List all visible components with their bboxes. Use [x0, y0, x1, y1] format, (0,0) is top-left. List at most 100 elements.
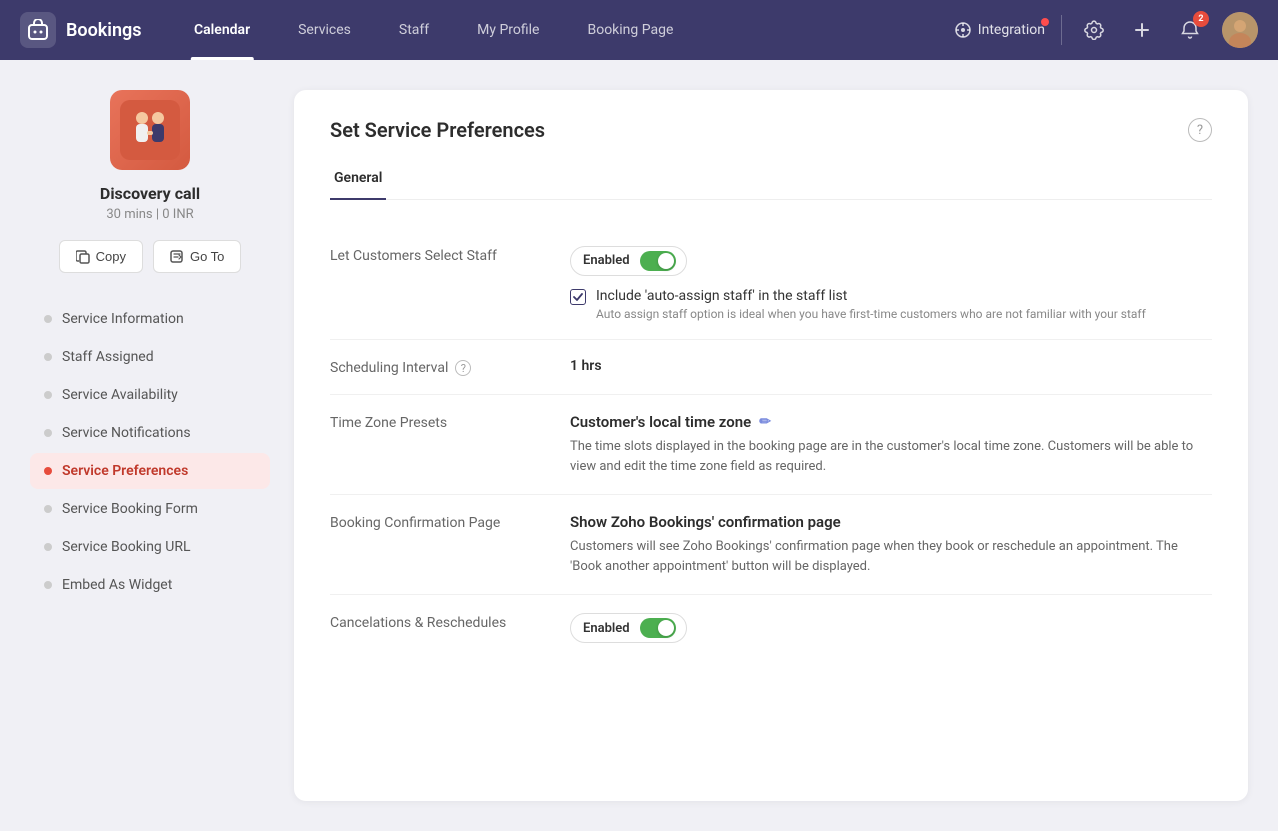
edit-timezone-icon[interactable]: ✏ — [759, 414, 771, 430]
service-meta: 30 mins | 0 INR — [106, 207, 193, 222]
nav-dot — [44, 429, 52, 437]
logo[interactable]: Bookings — [20, 12, 150, 48]
sidebar-item-label-active: Service Preferences — [62, 463, 188, 479]
integration-icon — [954, 21, 972, 39]
form-row-timezone: Time Zone Presets Customer's local time … — [330, 395, 1212, 495]
booking-confirmation-description: Customers will see Zoho Bookings' confir… — [570, 537, 1212, 576]
scheduling-label: Scheduling Interval ? — [330, 358, 570, 377]
timezone-value: Customer's local time zone ✏ The time sl… — [570, 413, 1212, 476]
auto-assign-text-wrap: Include 'auto-assign staff' in the staff… — [596, 288, 1146, 321]
sidebar-item-service-availability[interactable]: Service Availability — [30, 377, 270, 413]
scheduling-help-icon[interactable]: ? — [455, 360, 471, 376]
let-customers-label: Let Customers Select Staff — [330, 246, 570, 264]
copy-button[interactable]: Copy — [59, 240, 143, 273]
action-buttons: Copy Go To — [59, 240, 242, 273]
nav-services[interactable]: Services — [274, 0, 375, 60]
auto-assign-checkbox[interactable] — [570, 289, 586, 305]
tab-general[interactable]: General — [330, 162, 386, 200]
nav-dot — [44, 543, 52, 551]
form-row-cancellations: Cancelations & Reschedules Enabled — [330, 595, 1212, 661]
sidebar-item-embed-as-widget[interactable]: Embed As Widget — [30, 567, 270, 603]
nav-dot — [44, 391, 52, 399]
timezone-description: The time slots displayed in the booking … — [570, 437, 1212, 476]
sidebar-item-label: Service Booking Form — [62, 501, 198, 517]
timezone-title: Customer's local time zone ✏ — [570, 413, 1212, 431]
integration-label: Integration — [978, 22, 1045, 38]
nav-dot — [44, 315, 52, 323]
header: Bookings Calendar Services Staff My Prof… — [0, 0, 1278, 60]
sidebar-item-label: Staff Assigned — [62, 349, 154, 365]
panel-title: Set Service Preferences — [330, 118, 545, 142]
cancellations-toggle[interactable]: Enabled — [570, 613, 687, 643]
sidebar-item-label: Embed As Widget — [62, 577, 172, 593]
service-image — [110, 90, 190, 170]
notification-badge: 2 — [1193, 11, 1209, 27]
panel-header: Set Service Preferences ? — [330, 118, 1212, 142]
sidebar: Discovery call 30 mins | 0 INR Copy Go T… — [30, 90, 270, 801]
header-divider — [1061, 15, 1062, 45]
goto-icon — [170, 250, 184, 264]
sidebar-item-staff-assigned[interactable]: Staff Assigned — [30, 339, 270, 375]
integration-alert-dot — [1041, 18, 1049, 26]
help-button[interactable]: ? — [1188, 118, 1212, 142]
timezone-label: Time Zone Presets — [330, 413, 570, 431]
sidebar-item-label: Service Booking URL — [62, 539, 191, 555]
booking-confirmation-title: Show Zoho Bookings' confirmation page — [570, 513, 1212, 531]
nav-dot-active — [44, 467, 52, 475]
let-customers-value: Enabled Include 'auto-assign staff' in t… — [570, 246, 1212, 321]
sidebar-item-label: Service Availability — [62, 387, 178, 403]
auto-assign-checkbox-row: Include 'auto-assign staff' in the staff… — [570, 288, 1212, 321]
cancellations-label: Cancelations & Reschedules — [330, 613, 570, 631]
booking-confirmation-value: Show Zoho Bookings' confirmation page Cu… — [570, 513, 1212, 576]
content-panel: Set Service Preferences ? General Let Cu… — [294, 90, 1248, 801]
sidebar-item-service-information[interactable]: Service Information — [30, 301, 270, 337]
goto-button[interactable]: Go To — [153, 240, 241, 273]
sidebar-item-label: Service Information — [62, 311, 184, 327]
service-name: Discovery call — [100, 184, 200, 203]
goto-label: Go To — [190, 249, 224, 264]
sidebar-nav: Service Information Staff Assigned Servi… — [30, 301, 270, 603]
header-right: Integration 2 — [954, 12, 1258, 48]
main-layout: Discovery call 30 mins | 0 INR Copy Go T… — [0, 60, 1278, 831]
integration-button[interactable]: Integration — [954, 21, 1045, 39]
logo-text: Bookings — [66, 20, 142, 41]
form-row-scheduling: Scheduling Interval ? 1 hrs — [330, 340, 1212, 396]
plus-icon — [1132, 20, 1152, 40]
let-customers-toggle[interactable]: Enabled — [570, 246, 687, 276]
form-row-let-customers: Let Customers Select Staff Enabled Inclu… — [330, 228, 1212, 340]
nav-staff[interactable]: Staff — [375, 0, 453, 60]
scheduling-value: 1 hrs — [570, 358, 1212, 374]
avatar-image — [1222, 12, 1258, 48]
cancellations-toggle-switch[interactable] — [640, 618, 676, 638]
notifications-button[interactable]: 2 — [1174, 14, 1206, 46]
toggle-switch[interactable] — [640, 251, 676, 271]
cancellations-toggle-label: Enabled — [583, 621, 630, 636]
cancellations-value: Enabled — [570, 613, 1212, 643]
nav-myprofile[interactable]: My Profile — [453, 0, 563, 60]
tabs: General — [330, 162, 1212, 200]
settings-button[interactable] — [1078, 14, 1110, 46]
nav-calendar[interactable]: Calendar — [170, 0, 274, 60]
sidebar-item-service-booking-url[interactable]: Service Booking URL — [30, 529, 270, 565]
sidebar-item-service-booking-form[interactable]: Service Booking Form — [30, 491, 270, 527]
sidebar-item-label: Service Notifications — [62, 425, 191, 441]
main-nav: Calendar Services Staff My Profile Booki… — [170, 0, 954, 60]
nav-dot — [44, 581, 52, 589]
nav-bookingpage[interactable]: Booking Page — [563, 0, 697, 60]
nav-dot — [44, 353, 52, 361]
logo-icon — [20, 12, 56, 48]
form-row-booking-confirmation: Booking Confirmation Page Show Zoho Book… — [330, 495, 1212, 595]
copy-icon — [76, 250, 90, 264]
timezone-title-text: Customer's local time zone — [570, 413, 751, 431]
sidebar-item-service-preferences[interactable]: Service Preferences — [30, 453, 270, 489]
avatar[interactable] — [1222, 12, 1258, 48]
booking-confirmation-label: Booking Confirmation Page — [330, 513, 570, 531]
scheduling-interval-text: 1 hrs — [570, 358, 602, 374]
sidebar-item-service-notifications[interactable]: Service Notifications — [30, 415, 270, 451]
copy-label: Copy — [96, 249, 126, 264]
auto-assign-label: Include 'auto-assign staff' in the staff… — [596, 288, 1146, 304]
nav-dot — [44, 505, 52, 513]
add-button[interactable] — [1126, 14, 1158, 46]
toggle-enabled-label: Enabled — [583, 253, 630, 268]
gear-icon — [1084, 20, 1104, 40]
